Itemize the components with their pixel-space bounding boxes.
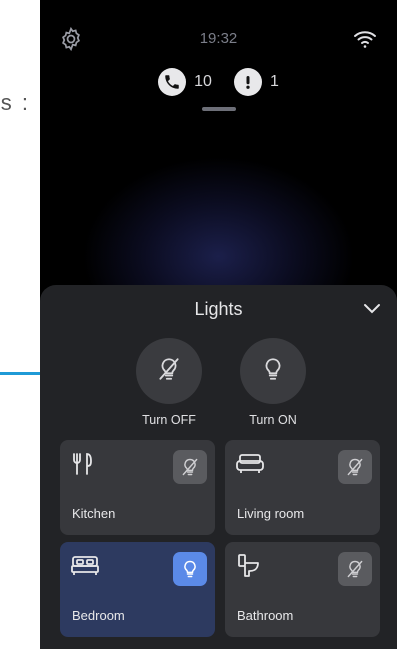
fork-knife-icon xyxy=(70,452,100,476)
chevron-down-icon[interactable] xyxy=(361,299,383,317)
light-toggle-bathroom[interactable] xyxy=(338,552,372,586)
clock: 19:32 xyxy=(199,30,238,47)
room-tile-bathroom[interactable]: Bathroom xyxy=(225,542,380,637)
drag-handle[interactable] xyxy=(202,107,236,111)
room-tile-living-room[interactable]: Living room xyxy=(225,440,380,535)
light-toggle-living-room[interactable] xyxy=(338,450,372,484)
wifi-icon xyxy=(353,28,377,50)
light-toggle-kitchen[interactable] xyxy=(173,450,207,484)
pointer-line xyxy=(0,372,40,375)
turn-off-label: Turn OFF xyxy=(142,413,196,427)
light-toggle-bedroom[interactable] xyxy=(173,552,207,586)
bulb-off-icon xyxy=(156,356,182,387)
room-tile-bedroom[interactable]: Bedroom xyxy=(60,542,215,637)
room-label: Living room xyxy=(237,506,305,521)
exclamation-icon[interactable] xyxy=(233,68,262,96)
device-screen: 19:32 10 1 Lights Turn OFF Turn ON Kitch… xyxy=(40,0,397,649)
sofa-icon xyxy=(235,452,265,476)
notification-summary: 10 1 xyxy=(40,67,397,97)
cropped-side-text: s : xyxy=(0,90,30,115)
status-bar: 19:32 xyxy=(40,26,397,56)
turn-on-label: Turn ON xyxy=(249,413,297,427)
room-label: Kitchen xyxy=(72,506,116,521)
bed-icon xyxy=(70,554,100,578)
bulb-icon xyxy=(260,356,286,387)
room-label: Bathroom xyxy=(237,608,294,623)
missed-calls-count: 10 xyxy=(194,73,212,90)
room-label: Bedroom xyxy=(72,608,125,623)
toilet-icon xyxy=(235,554,265,578)
header-area: 19:32 10 1 xyxy=(40,0,397,285)
turn-off-button[interactable] xyxy=(136,338,202,404)
panel-title: Lights xyxy=(194,299,243,319)
phone-icon[interactable] xyxy=(158,68,187,96)
alerts-count: 1 xyxy=(269,73,279,90)
lights-panel: Lights Turn OFF Turn ON Kitchen Living r… xyxy=(40,285,397,649)
turn-on-button[interactable] xyxy=(240,338,306,404)
room-tile-kitchen[interactable]: Kitchen xyxy=(60,440,215,535)
